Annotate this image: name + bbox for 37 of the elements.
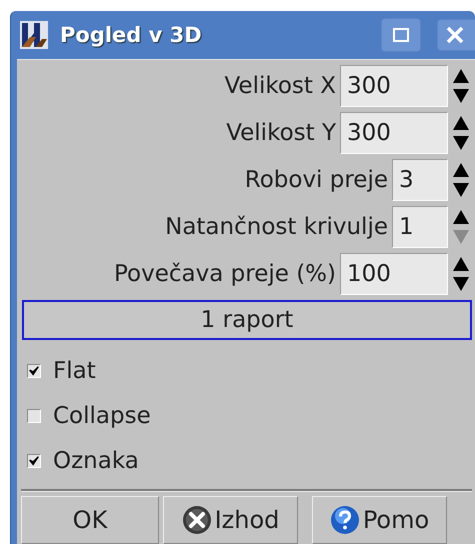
help-icon <box>330 505 360 535</box>
checkbox-label: Collapse <box>53 402 151 428</box>
app-logo-icon <box>20 21 48 49</box>
spin-up-icon[interactable] <box>452 68 470 84</box>
window-title: Pogled v 3D <box>60 23 203 47</box>
field-label: Povečava preje (%) <box>114 260 336 286</box>
spin-down-icon[interactable] <box>452 88 470 104</box>
field-label: Robovi preje <box>244 166 388 192</box>
checkbox[interactable] <box>27 408 41 422</box>
ok-button[interactable]: OK <box>21 496 159 544</box>
report-button[interactable]: 1 raport <box>22 300 472 340</box>
input-field[interactable]: 1 <box>392 206 448 248</box>
spin-down-icon[interactable] <box>452 276 470 292</box>
checkbox[interactable] <box>27 364 41 378</box>
input-field[interactable]: 100 <box>340 252 448 294</box>
maximize-icon <box>393 28 409 42</box>
close-button[interactable] <box>437 19 475 51</box>
spin-up-icon[interactable] <box>452 256 470 272</box>
close-icon <box>446 26 464 44</box>
spin-down-icon[interactable] <box>452 134 470 150</box>
cancel-button[interactable]: Izhod <box>163 496 298 544</box>
maximize-button[interactable] <box>381 18 421 52</box>
checkbox-label: Flat <box>53 358 96 384</box>
spin-up-icon[interactable] <box>452 162 470 178</box>
field-label: Natančnost krivulje <box>165 214 388 240</box>
input-field[interactable]: 300 <box>340 112 448 154</box>
cancel-icon <box>182 505 212 535</box>
field-label: Velikost Y <box>226 120 336 146</box>
checkbox[interactable] <box>27 454 41 468</box>
input-field[interactable]: 300 <box>340 64 448 106</box>
spin-up-icon[interactable] <box>452 114 470 130</box>
spin-down-icon[interactable] <box>452 182 470 198</box>
input-field[interactable]: 3 <box>392 158 448 200</box>
field-label: Velikost X <box>224 72 336 98</box>
help-button[interactable]: Pomo <box>312 496 447 544</box>
checkbox-label: Oznaka <box>53 448 139 474</box>
spin-up-icon[interactable] <box>452 208 470 224</box>
